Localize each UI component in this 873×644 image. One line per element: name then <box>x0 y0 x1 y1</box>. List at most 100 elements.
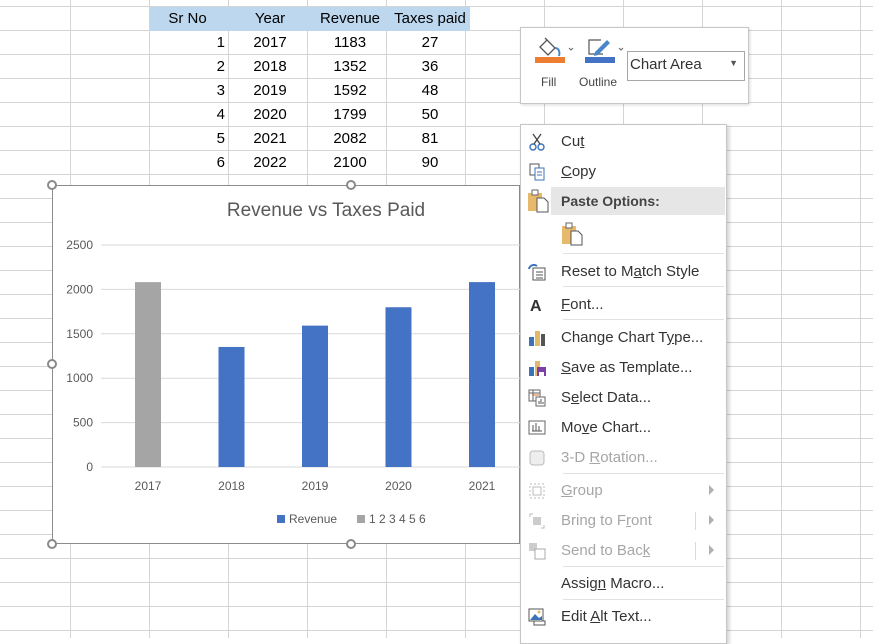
chevron-down-icon: ▼ <box>729 58 738 68</box>
resize-handle-bottom-left[interactable] <box>47 539 57 549</box>
x-tick-label: 2020 <box>385 479 412 493</box>
menu-item-label: Move Chart... <box>561 419 652 436</box>
menu-separator <box>563 473 724 474</box>
bar-1-2-3-4-5-6[interactable] <box>135 282 161 467</box>
menu-item-label: Reset to Match Style <box>561 263 700 280</box>
menu-item-change-chart-type[interactable]: Change Chart Type... <box>521 323 726 353</box>
resize-handle-top-left[interactable] <box>47 180 57 190</box>
table-cell[interactable]: 2 <box>150 55 225 79</box>
chart-plot[interactable]: 0 500 1000 1500 2000 2500 2017 2018 2019 2020 2021… <box>53 186 521 545</box>
bar-revenue[interactable] <box>218 346 245 467</box>
outline-label: Outline <box>579 75 618 89</box>
menu-item-edit-alt-text[interactable]: Edit Alt Text... <box>521 602 726 632</box>
menu-item-reset-to-match-style[interactable]: Reset to Match Style <box>521 257 726 287</box>
table-cell[interactable]: 27 <box>390 31 470 55</box>
menu-item-label: Save as Template... <box>561 359 693 376</box>
x-tick-label: 2021 <box>469 479 496 493</box>
y-tick-label: 1500 <box>66 327 93 341</box>
legend-label: 1 2 3 4 5 6 <box>369 512 426 526</box>
fill-button[interactable]: Fill <box>535 34 579 94</box>
table-row: 6 2022 2100 90 <box>150 151 470 175</box>
chart-element-dropdown[interactable]: Chart Area ▼ <box>627 51 745 81</box>
y-tick-label: 1000 <box>66 371 93 385</box>
table-cell[interactable]: 81 <box>390 127 470 151</box>
menu-item-send-to-back[interactable]: Send to Back <box>521 536 726 566</box>
x-tick-label: 2017 <box>135 479 162 493</box>
menu-item-label: Copy <box>561 163 597 180</box>
menu-item-3-d-rotation[interactable]: 3-D Rotation... <box>521 443 726 473</box>
menu-separator <box>563 286 724 287</box>
chart-area[interactable]: Revenue vs Taxes Paid 0 500 1000 1500 2000 25… <box>52 185 521 545</box>
header-revenue[interactable]: Revenue <box>310 7 390 31</box>
fill-label: Fill <box>541 75 557 89</box>
table-cell[interactable]: 5 <box>150 127 225 151</box>
x-tick-label: 2019 <box>302 479 329 493</box>
legend-label: Revenue <box>289 512 337 526</box>
menu-item-move-chart[interactable]: Move Chart... <box>521 413 726 443</box>
paste-icon <box>527 189 549 218</box>
menu-separator <box>563 566 724 567</box>
table-cell[interactable]: 1799 <box>310 103 390 127</box>
table-row: 1 2017 1183 27 <box>150 31 470 55</box>
x-tick-label: 2018 <box>218 479 245 493</box>
bar-revenue[interactable] <box>302 325 328 467</box>
menu-item-assign-macro[interactable]: Assign Macro... <box>521 569 726 599</box>
table-cell[interactable]: 50 <box>390 103 470 127</box>
menu-separator <box>563 599 724 600</box>
header-sr-no[interactable]: Sr No <box>150 7 225 31</box>
header-taxes-paid[interactable]: Taxes paid <box>390 7 470 31</box>
menu-item-copy[interactable]: Copy <box>521 157 726 187</box>
table-cell[interactable]: 1352 <box>310 55 390 79</box>
submenu-arrow-icon <box>709 485 714 495</box>
table-cell[interactable]: 90 <box>390 151 470 175</box>
table-cell[interactable]: 3 <box>150 79 225 103</box>
resize-handle-top[interactable] <box>346 180 356 190</box>
table-cell[interactable]: 36 <box>390 55 470 79</box>
rotation-3d-icon <box>528 449 546 467</box>
table-cell[interactable]: 1 <box>150 31 225 55</box>
menu-item-group[interactable]: Group <box>521 476 726 506</box>
bar-revenue[interactable] <box>469 282 495 467</box>
menu-item-label: Change Chart Type... <box>561 329 704 346</box>
menu-item-cut[interactable]: Cut <box>521 127 726 157</box>
resize-handle-bottom[interactable] <box>346 539 356 549</box>
table-cell[interactable]: 1183 <box>310 31 390 55</box>
table-cell[interactable]: 2017 <box>230 31 310 55</box>
paste-keep-formatting-button[interactable] <box>561 222 583 251</box>
table-cell[interactable]: 2082 <box>310 127 390 151</box>
y-tick-label: 2500 <box>66 238 93 252</box>
menu-item-save-as-template[interactable]: Save as Template... <box>521 353 726 383</box>
chart-type-icon <box>528 329 546 347</box>
format-mini-toolbar: Fill Outline Chart Area ▼ <box>520 27 749 104</box>
table-cell[interactable]: 2100 <box>310 151 390 175</box>
table-cell[interactable]: 2019 <box>230 79 310 103</box>
table-cell[interactable]: 2021 <box>230 127 310 151</box>
table-cell[interactable]: 2022 <box>230 151 310 175</box>
outline-button[interactable]: Outline <box>579 34 629 94</box>
paste-options-header: Paste Options: <box>551 187 725 215</box>
table-header-row: Sr No Year Revenue Taxes paid <box>150 7 470 31</box>
table-row: 4 2020 1799 50 <box>150 103 470 127</box>
table-cell[interactable]: 6 <box>150 151 225 175</box>
submenu-arrow-icon <box>709 545 714 555</box>
y-tick-label: 0 <box>86 460 93 474</box>
menu-item-label: 3-D Rotation... <box>561 449 658 466</box>
bar-revenue[interactable] <box>385 307 412 467</box>
table-cell[interactable]: 4 <box>150 103 225 127</box>
menu-item-label: Assign Macro... <box>561 575 665 592</box>
header-year[interactable]: Year <box>230 7 310 31</box>
resize-handle-left[interactable] <box>47 359 57 369</box>
scissors-icon <box>528 133 546 151</box>
menu-item-font[interactable]: A Font... <box>521 290 726 320</box>
table-cell[interactable]: 1592 <box>310 79 390 103</box>
group-icon <box>528 482 546 500</box>
table-cell[interactable]: 48 <box>390 79 470 103</box>
table-cell[interactable]: 2018 <box>230 55 310 79</box>
select-data-icon <box>528 389 546 407</box>
table-cell[interactable]: 2020 <box>230 103 310 127</box>
menu-item-bring-to-front[interactable]: Bring to Front <box>521 506 726 536</box>
menu-item-select-data[interactable]: Select Data... <box>521 383 726 413</box>
alt-text-icon <box>528 608 546 626</box>
menu-item-label: Font... <box>561 296 604 313</box>
y-tick-label: 500 <box>73 416 93 430</box>
